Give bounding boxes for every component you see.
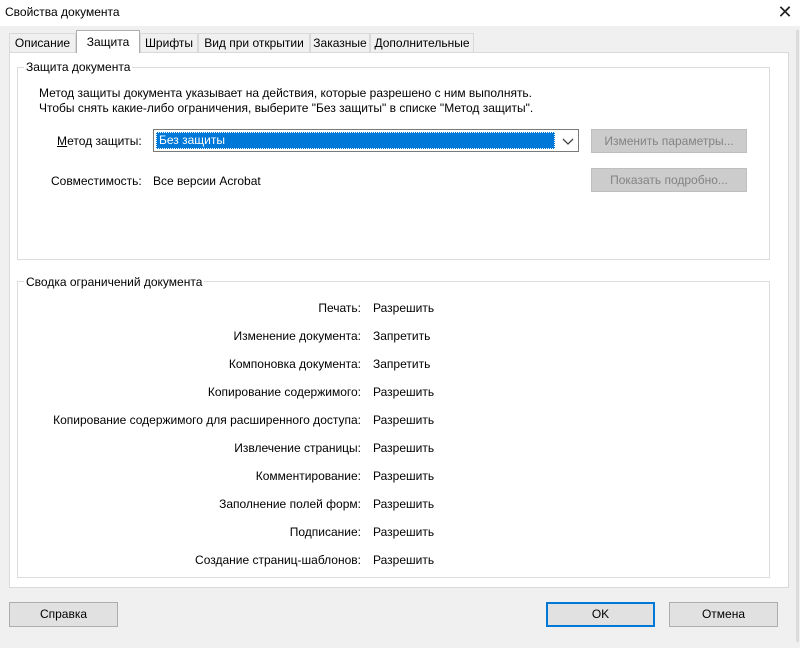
restriction-label-copying: Копирование содержимого: [207, 385, 361, 399]
window-title: Свойства документа [5, 5, 120, 19]
restriction-value-accessibility-copying: Разрешить [373, 413, 435, 427]
restriction-label-printing: Печать: [318, 301, 361, 315]
restriction-label-accessibility-copying: Копирование содержимого для расширенного… [53, 413, 361, 427]
title-bar: Свойства документа ✕ [0, 0, 800, 26]
help-button[interactable]: Справка [9, 602, 118, 627]
cancel-button[interactable]: Отмена [669, 602, 778, 627]
tab-description[interactable]: Описание [9, 33, 76, 52]
restriction-value-page-extraction: Разрешить [373, 441, 435, 455]
tab-initial-view[interactable]: Вид при открытии [198, 33, 310, 52]
restriction-label-signing: Подписание: [289, 525, 361, 539]
tab-custom[interactable]: Заказные [310, 33, 370, 52]
restriction-label-page-extraction: Извлечение страницы: [234, 441, 361, 455]
restriction-label-assembly: Компоновка документа: [228, 357, 361, 371]
restriction-value-printing: Разрешить [373, 301, 435, 315]
access-key-letter: М [57, 134, 68, 148]
compatibility-label: Совместимость: [51, 174, 142, 188]
restriction-value-editing: Запретить [373, 329, 431, 343]
restriction-label-commenting: Комментирование: [255, 469, 361, 483]
security-description-1: Метод защиты документа указывает на дейс… [39, 86, 533, 100]
restriction-value-form-filling: Разрешить [373, 497, 435, 511]
window-edge [796, 30, 799, 642]
chevron-down-icon [562, 138, 574, 145]
restriction-value-signing: Разрешить [373, 525, 435, 539]
close-icon[interactable]: ✕ [770, 1, 800, 25]
compatibility-value: Все версии Acrobat [153, 174, 261, 188]
security-method-label: Метод защиты: [57, 134, 142, 148]
restriction-label-editing: Изменение документа: [233, 329, 361, 343]
restriction-value-template-pages: Разрешить [373, 553, 435, 567]
tab-security[interactable]: Защита [76, 30, 140, 53]
security-method-label-text: етод защиты: [67, 134, 142, 148]
security-group-title: Защита документа [24, 60, 133, 74]
restriction-value-assembly: Запретить [373, 357, 431, 371]
security-method-select[interactable]: Без защиты [153, 129, 579, 152]
show-details-button[interactable]: Показать подробно... [591, 168, 747, 192]
restriction-label-template-pages: Создание страниц-шаблонов: [195, 553, 361, 567]
change-settings-button[interactable]: Изменить параметры... [591, 129, 747, 153]
restrictions-summary-title: Сводка ограничений документа [24, 275, 205, 289]
tab-fonts[interactable]: Шрифты [140, 33, 198, 52]
restriction-label-form-filling: Заполнение полей форм: [219, 497, 361, 511]
security-description-2: Чтобы снять какие-либо ограничения, выбе… [39, 101, 534, 115]
tab-advanced[interactable]: Дополнительные [370, 33, 474, 52]
restriction-value-copying: Разрешить [373, 385, 435, 399]
security-method-value: Без защиты [156, 132, 555, 149]
restriction-value-commenting: Разрешить [373, 469, 435, 483]
ok-button[interactable]: OK [546, 602, 655, 627]
